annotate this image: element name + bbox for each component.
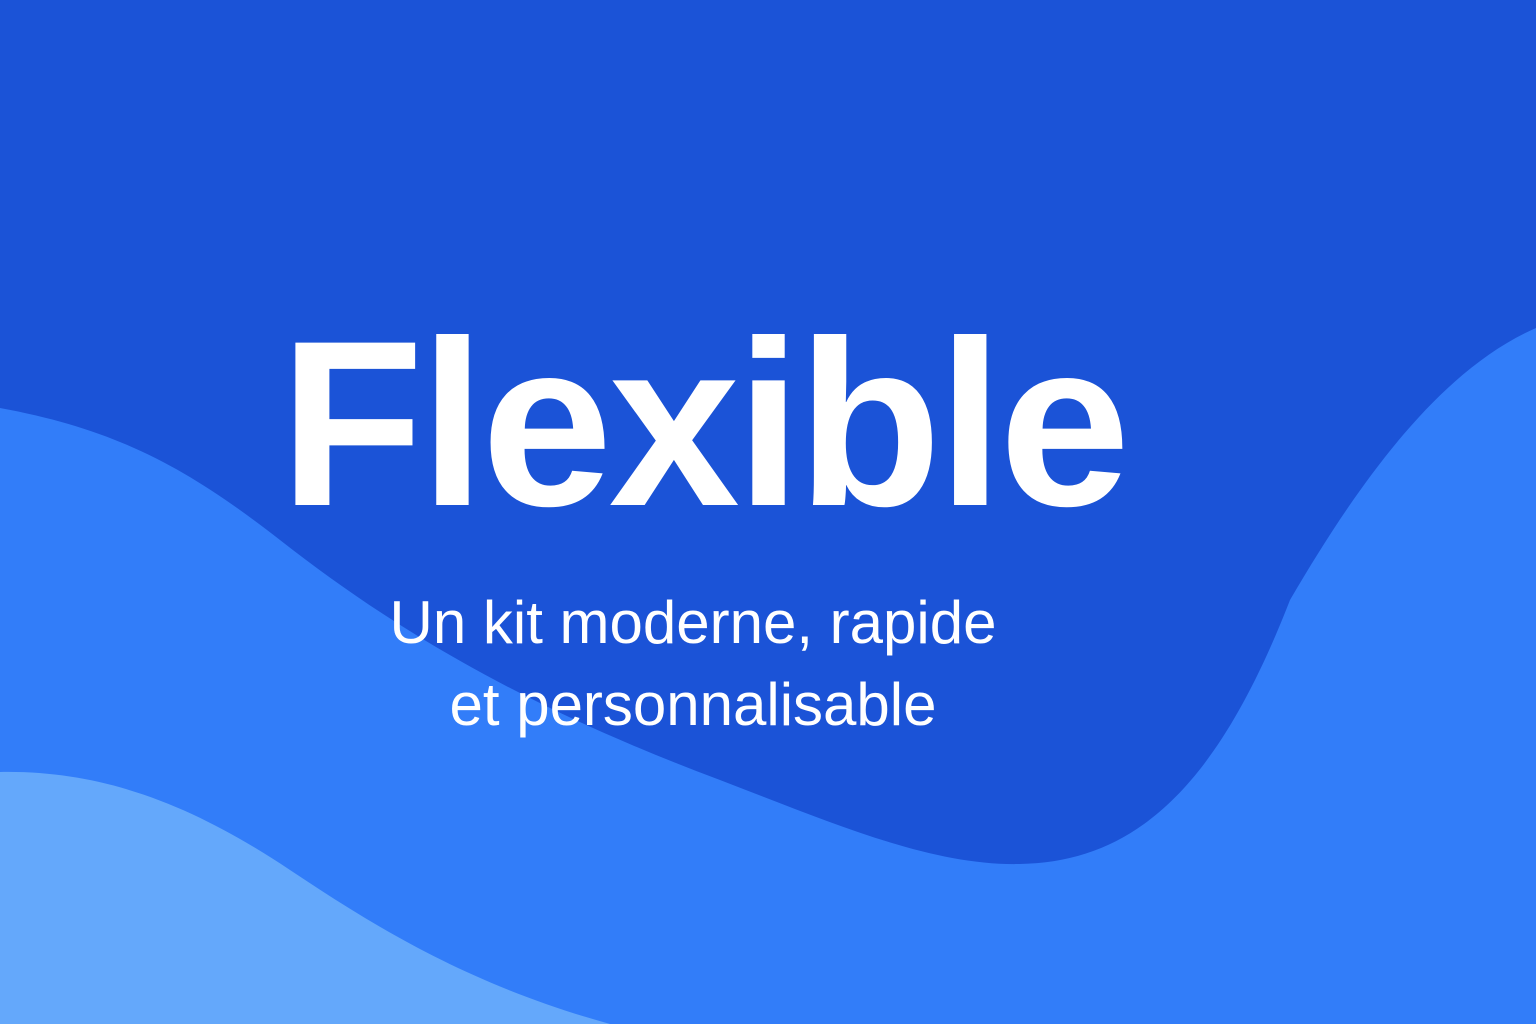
hero-subtitle-line-2: et personnalisable [449,671,937,738]
hero-title: Flexible [279,292,1131,556]
hero-subtitle: Un kit moderne, rapide et personnalisabl… [0,582,1386,746]
hero-subtitle-line-1: Un kit moderne, rapide [389,589,997,656]
